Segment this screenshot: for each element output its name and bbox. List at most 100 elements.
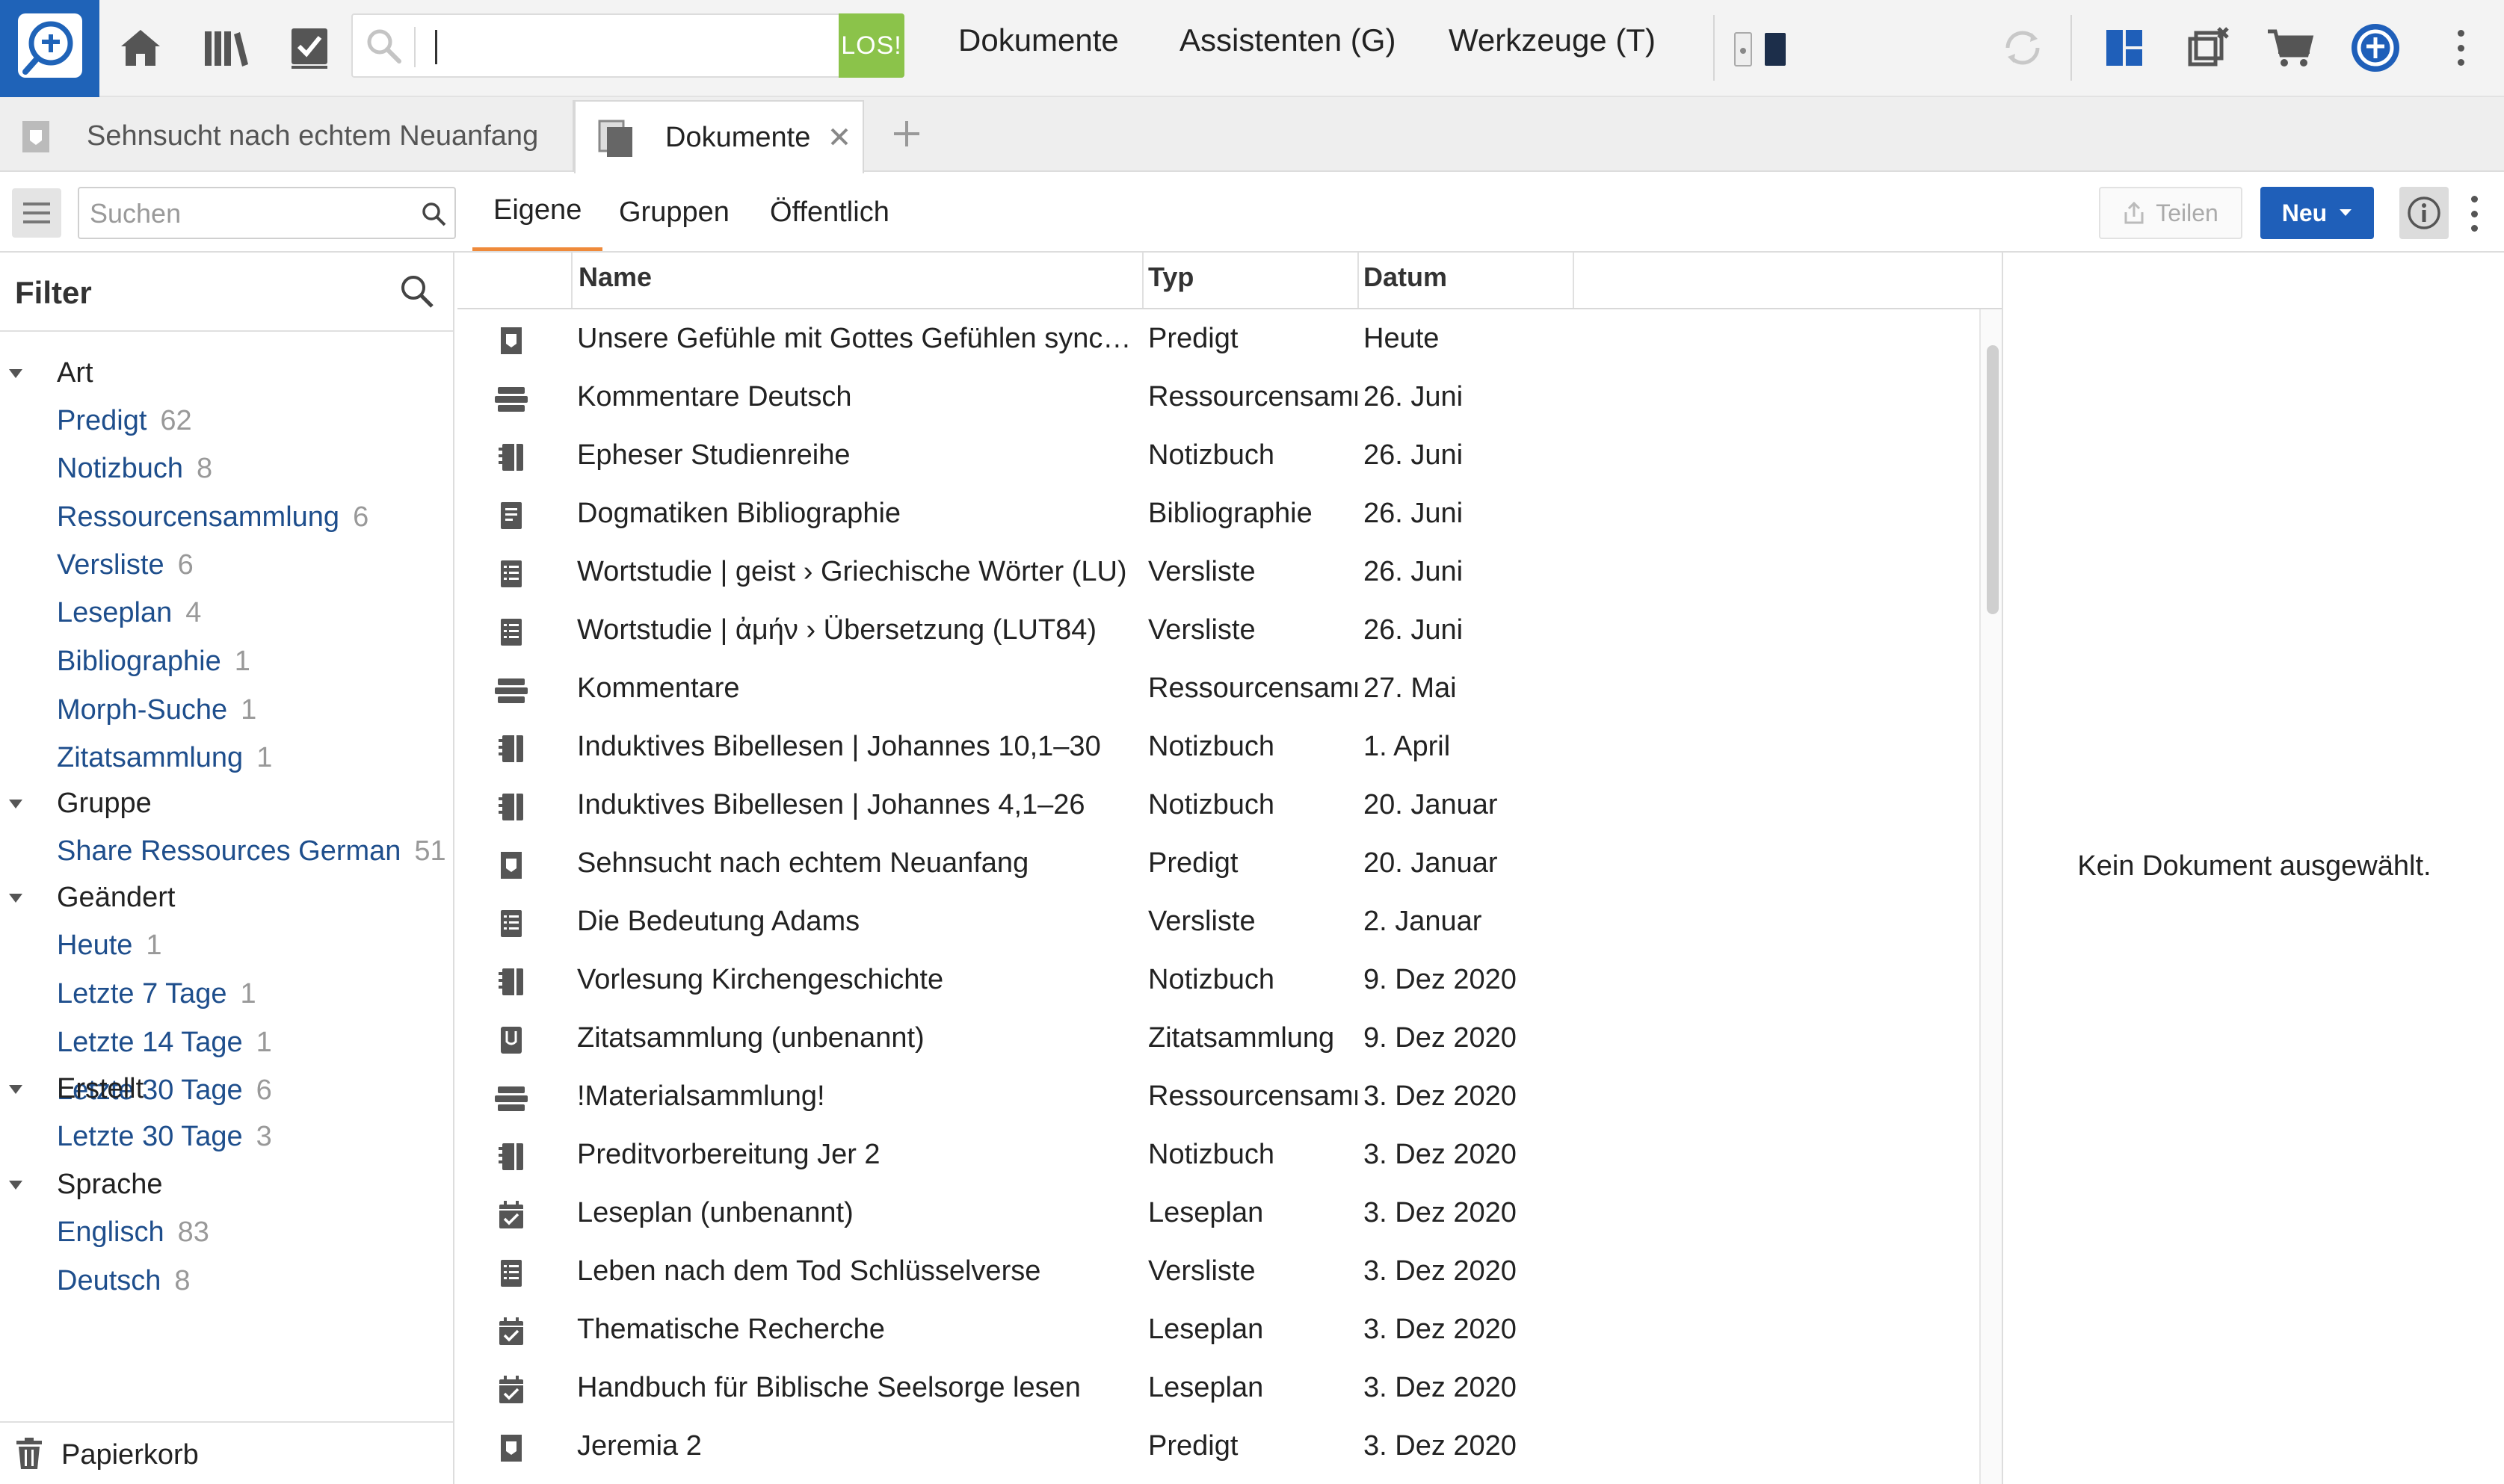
table-row[interactable]: Kommentare Deutsch Ressourcensamn 26. Juni	[457, 368, 1975, 426]
filter-item[interactable]: Zitatsammlung 1	[57, 742, 272, 774]
filter-item[interactable]: Deutsch 8	[57, 1265, 191, 1297]
more-menu-icon[interactable]	[2453, 25, 2468, 70]
scrollbar-thumb[interactable]	[1987, 345, 1999, 614]
table-row[interactable]: Sehnsucht nach echtem Neuanfang Predigt 20…	[457, 834, 1975, 892]
column-header-type[interactable]: Typ	[1148, 262, 1194, 293]
table-row[interactable]: Jeremia 2 Predigt 3. Dez 2020	[457, 1417, 1975, 1475]
reading-plan-icon	[499, 1317, 523, 1345]
document-type: Versliste	[1148, 906, 1256, 937]
library-button[interactable]	[196, 18, 256, 78]
document-type: Versliste	[1148, 614, 1256, 646]
collapse-triangle-icon[interactable]	[9, 894, 22, 903]
filter-group-title[interactable]: Art	[57, 357, 93, 389]
sync-button[interactable]	[1993, 18, 2053, 78]
table-row[interactable]: Die Bedeutung Adams Versliste 2. Januar	[457, 892, 1975, 950]
table-row[interactable]: Epheser Studienreihe Notizbuch 26. Juni	[457, 426, 1975, 484]
filter-item[interactable]: Letzte 14 Tage 1	[57, 1027, 272, 1059]
collapse-triangle-icon[interactable]	[9, 1181, 22, 1190]
add-tab-button[interactable]	[888, 115, 925, 152]
table-row[interactable]: !Materialsammlung! Ressourcensamn 3. Dez 2…	[457, 1067, 1975, 1125]
filter-item[interactable]: Ressourcensammlung 6	[57, 501, 368, 534]
filter-group-title[interactable]: Geändert	[57, 882, 175, 914]
filter-item[interactable]: Heute 1	[57, 930, 162, 962]
document-type: Leseplan	[1148, 1314, 1264, 1345]
layout-switcher-button[interactable]	[1728, 18, 1795, 78]
collapse-triangle-icon[interactable]	[9, 800, 22, 809]
filter-item[interactable]: Leseplan 4	[57, 597, 201, 629]
tab-public[interactable]: Öffentlich	[770, 173, 889, 251]
filter-item[interactable]: Letzte 30 Tage 3	[57, 1121, 272, 1153]
document-name: Preditvorbereitung Jer 2	[577, 1139, 881, 1170]
table-row[interactable]: Dogmatiken Bibliographie Bibliographie 26.…	[457, 484, 1975, 542]
menu-tools[interactable]: Werkzeuge (T)	[1449, 22, 1656, 58]
table-row[interactable]: Vorlesung Kirchengeschichte Notizbuch 9. D…	[457, 950, 1975, 1009]
documents-toolbar: Eigene Gruppen Öffentlich Teilen Neu	[0, 173, 2504, 253]
vertical-scrollbar[interactable]	[1979, 309, 2002, 1484]
app-logo[interactable]	[0, 0, 99, 97]
table-row[interactable]: Induktives Bibellesen | Johannes 10,1–30…	[457, 717, 1975, 776]
document-type: Predigt	[1148, 1430, 1239, 1462]
close-panels-button[interactable]	[2178, 18, 2238, 78]
column-divider[interactable]	[1142, 253, 1144, 308]
document-type: Leseplan	[1148, 1372, 1264, 1403]
account-button[interactable]	[2346, 18, 2405, 78]
document-type: Notizbuch	[1148, 1139, 1274, 1170]
close-icon[interactable]	[828, 126, 851, 148]
document-search-field[interactable]	[78, 187, 456, 239]
table-row[interactable]: Wortstudie | geist › Griechische Wörter …	[457, 542, 1975, 601]
filter-group-title[interactable]: Gruppe	[57, 788, 152, 820]
go-search-box[interactable]	[351, 13, 904, 78]
cart-button[interactable]	[2260, 18, 2320, 78]
tab-own[interactable]: Eigene	[472, 173, 603, 251]
table-row[interactable]: Leseplan (unbenannt) Leseplan 3. Dez 2020	[457, 1184, 1975, 1242]
table-row[interactable]: Induktives Bibellesen | Johannes 4,1–26 N…	[457, 776, 1975, 834]
bibliography-icon	[501, 502, 522, 529]
table-row[interactable]: Wortstudie | ἀμήν › Übersetzung (LUT84) V…	[457, 601, 1975, 659]
table-row[interactable]: Preditvorbereitung Jer 2 Notizbuch 3. Dez …	[457, 1125, 1975, 1184]
menu-documents[interactable]: Dokumente	[958, 22, 1119, 58]
share-button[interactable]: Teilen	[2099, 187, 2242, 239]
table-row[interactable]: Kommentare Ressourcensamn 27. Mai	[457, 659, 1975, 717]
panel-menu-icon[interactable]	[2467, 191, 2482, 236]
collapse-triangle-icon[interactable]	[9, 369, 22, 378]
toggle-sidebar-button[interactable]	[12, 188, 61, 238]
tab-sermon[interactable]: Sehnsucht nach echtem Neuanfang	[0, 100, 574, 172]
table-row[interactable]: Thematische Recherche Leseplan 3. Dez 2020	[457, 1300, 1975, 1358]
filter-item[interactable]: Predigt 62	[57, 405, 192, 437]
filter-item[interactable]: Share Ressources German 51	[57, 835, 446, 868]
filter-item[interactable]: Versliste 6	[57, 549, 194, 581]
table-row[interactable]: Unsere Gefühle mit Gottes Gefühlen synch…	[457, 309, 1975, 368]
logos-logo-icon	[18, 13, 82, 78]
go-button[interactable]: LOS!	[839, 13, 904, 78]
filter-item[interactable]: Letzte 7 Tage 1	[57, 978, 256, 1010]
document-date: 9. Dez 2020	[1363, 964, 1517, 995]
column-divider[interactable]	[1573, 253, 1574, 308]
column-header-date[interactable]: Datum	[1363, 262, 1447, 293]
document-type: Ressourcensamn	[1148, 673, 1357, 704]
search-icon[interactable]	[398, 272, 437, 311]
trash-item[interactable]: Papierkorb	[0, 1421, 453, 1484]
filter-item[interactable]: Morph-Suche 1	[57, 694, 256, 726]
tab-groups[interactable]: Gruppen	[619, 173, 730, 251]
filter-item[interactable]: Englisch 83	[57, 1216, 209, 1249]
table-row[interactable]: Handbuch für Biblische Seelsorge lesen Le…	[457, 1358, 1975, 1417]
filter-group-title[interactable]: Erstellt	[57, 1073, 144, 1105]
new-document-button[interactable]: Neu	[2260, 187, 2374, 239]
collapse-triangle-icon[interactable]	[9, 1085, 22, 1094]
document-search-input[interactable]	[90, 197, 411, 230]
verselist-icon	[501, 560, 522, 587]
filter-group-title[interactable]: Sprache	[57, 1169, 163, 1201]
table-row[interactable]: Zitatsammlung (unbenannt) Zitatsammlung 9.…	[457, 1009, 1975, 1067]
tasks-button[interactable]	[280, 18, 339, 78]
menu-guides[interactable]: Assistenten (G)	[1179, 22, 1396, 58]
table-row[interactable]: Leben nach dem Tod Schlüsselverse Verslis…	[457, 1242, 1975, 1300]
home-button[interactable]	[111, 18, 170, 78]
filter-item[interactable]: Bibliographie 1	[57, 646, 250, 678]
column-header-name[interactable]: Name	[579, 262, 652, 293]
filter-item[interactable]: Notizbuch 8	[57, 453, 212, 485]
verselist-icon	[501, 1260, 522, 1287]
tab-documents[interactable]: Dokumente	[574, 100, 864, 173]
column-divider[interactable]	[1357, 253, 1359, 308]
layouts-button[interactable]	[2094, 18, 2154, 78]
info-panel-button[interactable]	[2399, 187, 2449, 239]
